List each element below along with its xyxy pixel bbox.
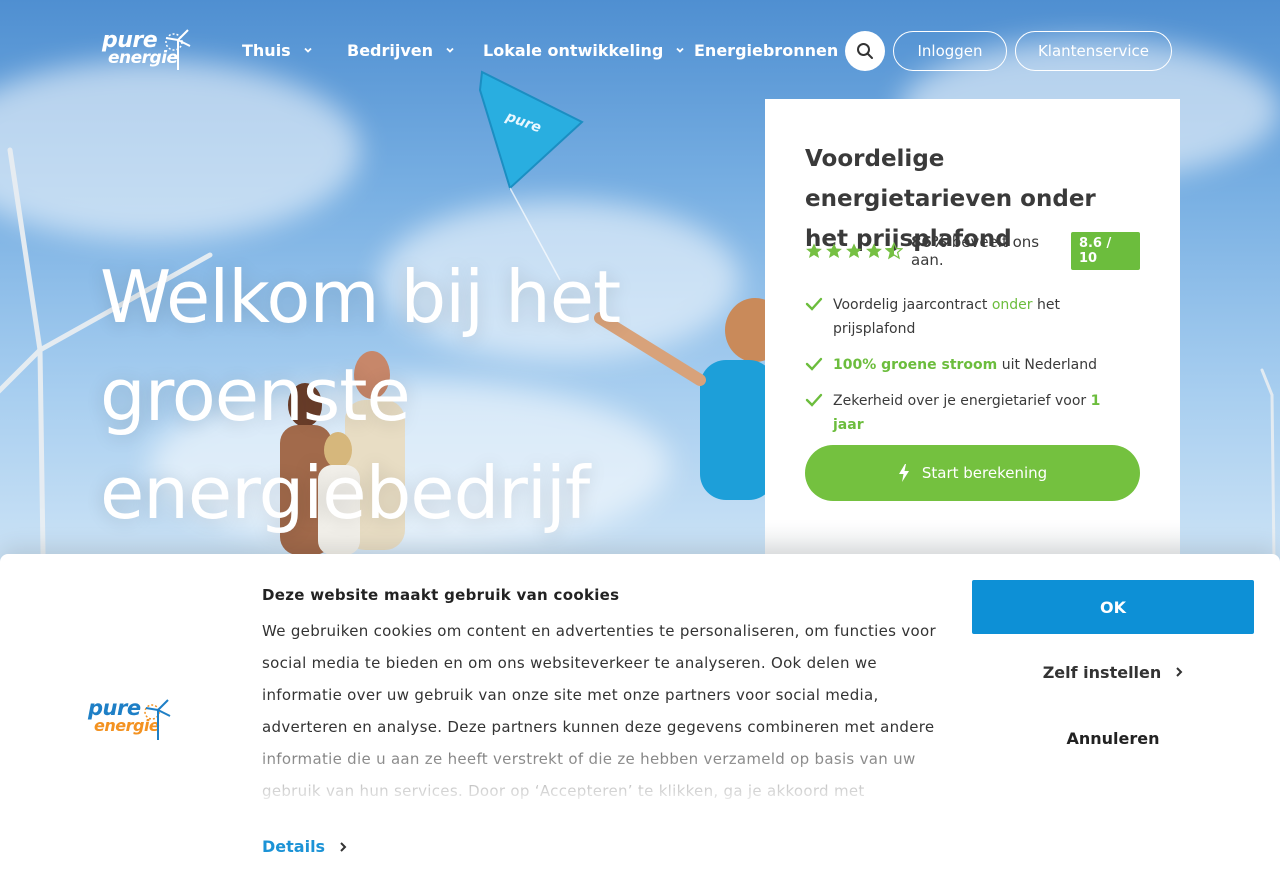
nav-item-thuis[interactable]: Thuis — [242, 38, 313, 62]
nav-item-energiebronnen[interactable]: Energiebronnen — [694, 38, 838, 62]
accept-cookies-button[interactable]: OK — [972, 580, 1254, 634]
usp-item: Voordelig jaarcontract onder het prijspl… — [805, 293, 1135, 341]
nav-item-bedrijven[interactable]: Bedrijven — [347, 38, 455, 62]
rating-row: 86% beveelt ons aan. 8.6 / 10 — [805, 232, 1140, 270]
usp-item: Zekerheid over je energietarief voor 1 j… — [805, 389, 1135, 437]
recommend-text: 86% beveelt ons aan. — [911, 233, 1040, 269]
wind-turbine-icon — [165, 29, 191, 70]
star-icon — [806, 243, 822, 259]
chevron-down-icon — [676, 47, 684, 53]
half-star-icon — [885, 242, 903, 260]
chevron-down-icon — [304, 47, 312, 53]
pure-energie-logo[interactable]: pure energie — [100, 26, 191, 76]
details-link[interactable]: Details — [262, 837, 347, 856]
score-badge: 8.6 / 10 — [1070, 232, 1140, 270]
star-icon — [846, 243, 862, 259]
lightning-icon — [898, 464, 909, 482]
login-button[interactable]: Inloggen — [893, 31, 1007, 71]
checkmark-icon — [805, 297, 823, 311]
search-icon — [857, 43, 873, 59]
checkmark-icon — [805, 393, 823, 407]
offer-card: Voordelige energietarieven onder het pri… — [765, 99, 1180, 569]
pure-energie-logo: pure energie — [86, 696, 176, 744]
cookie-text-container[interactable]: We gebruiken cookies om content en adver… — [262, 615, 952, 805]
hero-title: Welkom bij het groenste energiebedrijf — [100, 255, 621, 535]
cookie-consent-banner: pure energie Deze website maakt gebruik … — [0, 554, 1280, 887]
star-icon — [826, 243, 842, 259]
star-icon — [866, 243, 882, 259]
search-button[interactable] — [845, 31, 885, 71]
main-navigation: pure energie Thuis Bedrijven Lokale ontw… — [0, 0, 1280, 100]
start-calculation-button[interactable]: Start berekening — [805, 445, 1140, 501]
chevron-down-icon — [446, 47, 454, 53]
nav-item-lokale-ontwikkeling[interactable]: Lokale ontwikkeling — [483, 38, 685, 62]
cookie-settings-button[interactable]: Zelf instellen — [972, 660, 1254, 684]
chevron-right-icon — [1176, 667, 1183, 677]
star-rating — [805, 242, 903, 260]
chevron-right-icon — [340, 841, 347, 852]
cancel-cookies-button[interactable]: Annuleren — [972, 726, 1254, 750]
customer-service-button[interactable]: Klantenservice — [1015, 31, 1172, 71]
wind-turbine-icon — [144, 699, 171, 740]
cookie-title: Deze website maakt gebruik van cookies — [262, 586, 620, 604]
checkmark-icon — [805, 357, 823, 371]
usp-item: 100% groene stroom uit Nederland — [805, 353, 1135, 377]
